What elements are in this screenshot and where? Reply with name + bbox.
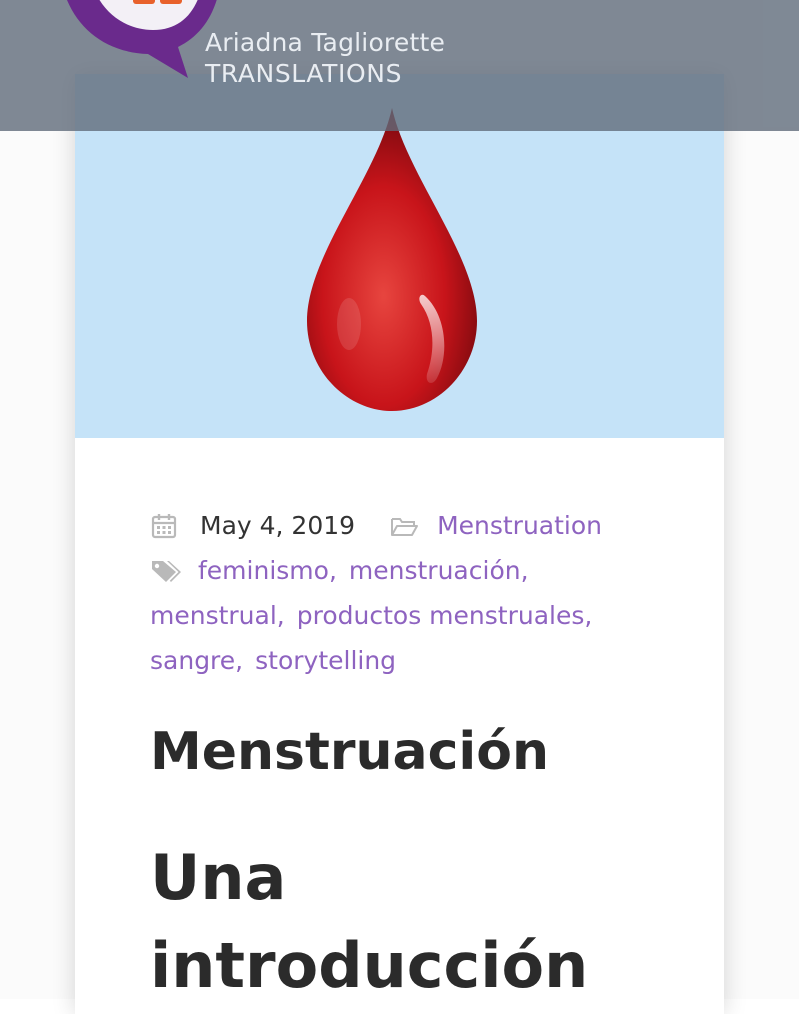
calendar-icon bbox=[151, 513, 177, 538]
logo-icon[interactable] bbox=[38, 0, 228, 82]
post-heading: Una introducción bbox=[150, 834, 588, 1010]
tag-link[interactable]: menstrual bbox=[150, 593, 277, 638]
tag-link[interactable]: feminismo bbox=[198, 548, 329, 593]
brand-name[interactable]: Ariadna Tagliorette bbox=[205, 28, 445, 57]
blood-drop-icon bbox=[307, 108, 477, 411]
site-header: Ariadna Tagliorette TRANSLATIONS bbox=[0, 0, 799, 131]
meta-row-tags-2: menstrual, productos menstruales, bbox=[150, 593, 670, 638]
post-category-link[interactable]: Menstruation bbox=[437, 503, 602, 548]
post-heading-line1: Una bbox=[150, 841, 287, 914]
post-heading-line2: introducción bbox=[150, 929, 589, 1002]
tag-link[interactable]: storytelling bbox=[255, 638, 396, 683]
tag-link[interactable]: sangre bbox=[150, 638, 235, 683]
folder-icon bbox=[391, 517, 419, 536]
post-title: Menstruación bbox=[150, 722, 549, 782]
meta-row-tags-3: sangre, storytelling bbox=[150, 638, 670, 683]
tag-link[interactable]: productos menstruales bbox=[297, 593, 585, 638]
post-date: May 4, 2019 bbox=[200, 511, 356, 540]
post-meta: May 4, 2019 Menstruation feminismo, mens… bbox=[150, 503, 670, 683]
meta-row-tags-1: feminismo, menstruación, bbox=[150, 548, 670, 593]
brand-subtitle[interactable]: TRANSLATIONS bbox=[205, 59, 402, 88]
tags-icon bbox=[152, 560, 181, 582]
meta-row-date-category: May 4, 2019 Menstruation bbox=[150, 503, 670, 548]
tag-link[interactable]: menstruación bbox=[349, 548, 521, 593]
